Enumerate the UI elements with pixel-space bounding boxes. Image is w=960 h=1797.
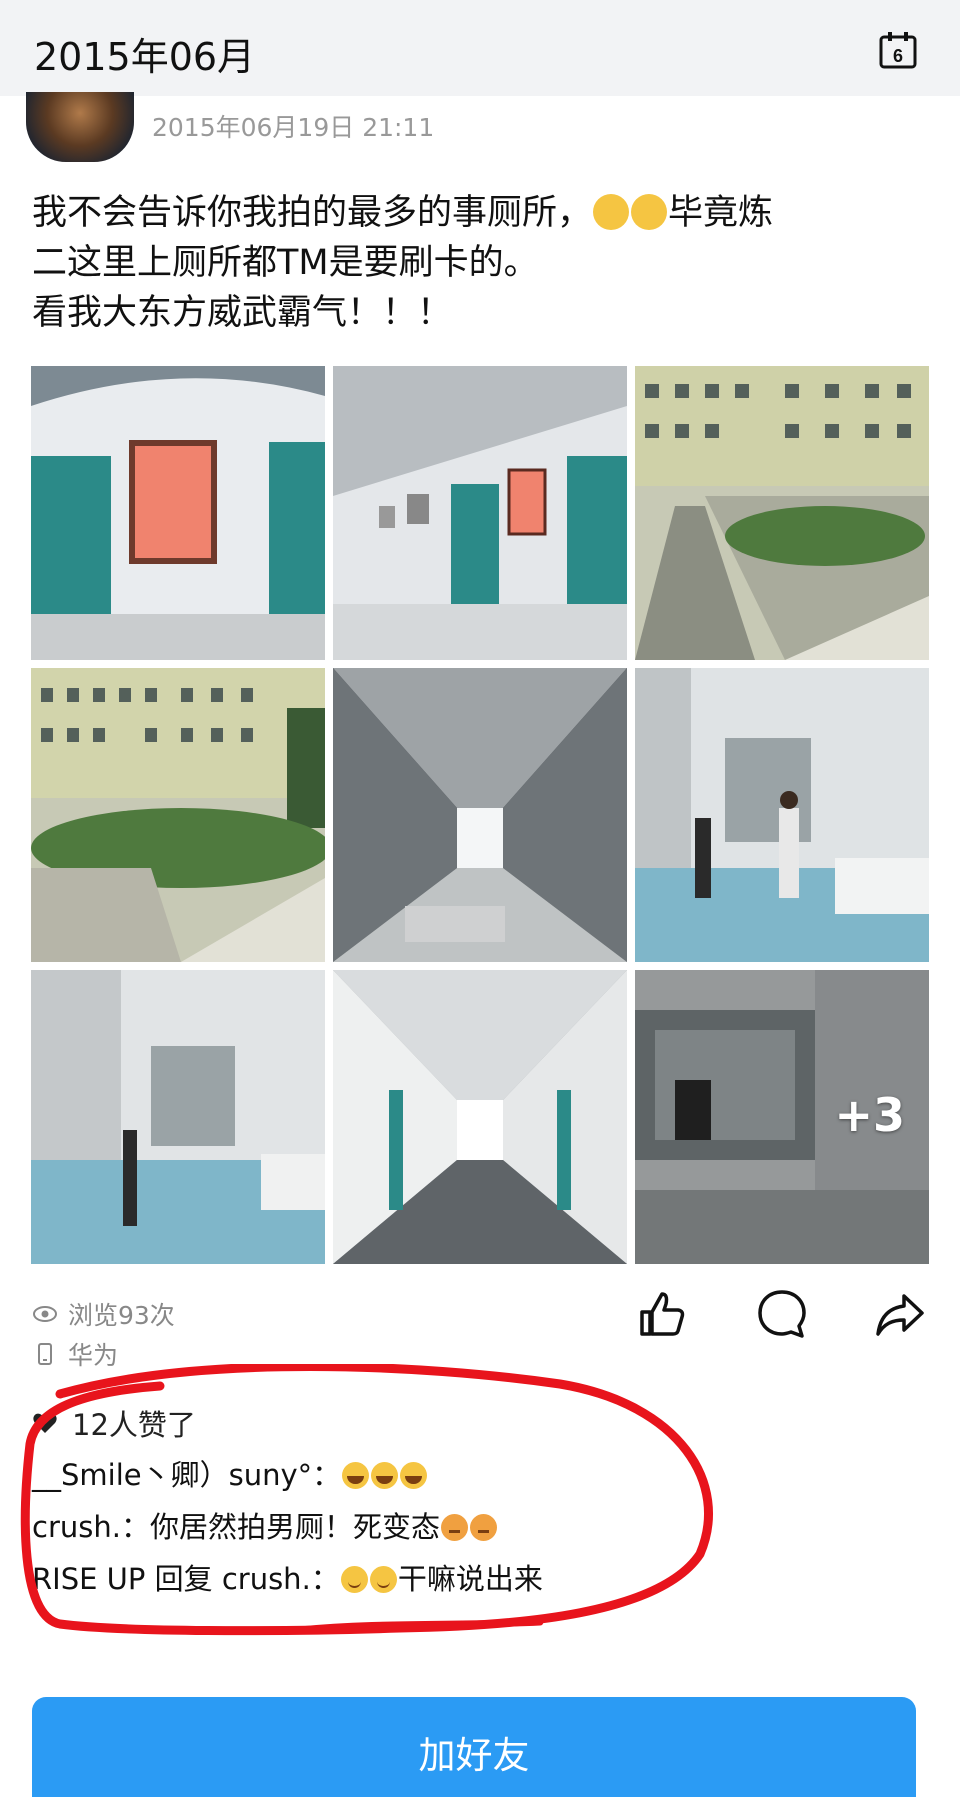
photo-7[interactable] xyxy=(31,970,325,1264)
comment-icon[interactable] xyxy=(754,1286,810,1342)
photo-3[interactable] xyxy=(635,366,929,660)
comment-text: 你居然拍男厕！死变态 xyxy=(149,1510,440,1544)
thumbs-up-icon[interactable] xyxy=(634,1286,690,1342)
reply-target[interactable]: crush. xyxy=(222,1562,311,1596)
comment-author[interactable]: __Smile丶卿）suny° xyxy=(32,1458,312,1492)
photo-9[interactable]: +3 xyxy=(635,970,929,1264)
shy-emoji-icon xyxy=(369,1566,397,1593)
post-text-line3: 看我大东方威武霸气！！！ xyxy=(32,293,453,333)
shy-emoji-icon xyxy=(340,1566,368,1593)
more-photos-count[interactable]: +3 xyxy=(834,1088,905,1142)
laugh-emoji-icon xyxy=(400,1462,428,1489)
post-text-line2: 二这里上厕所都TM是要刷卡的。 xyxy=(32,243,539,283)
photo-8[interactable] xyxy=(333,970,627,1264)
photo-1[interactable] xyxy=(31,366,325,660)
comment-author[interactable]: RISE UP xyxy=(32,1562,145,1596)
calendar-day: 6 xyxy=(893,46,903,66)
photo-2[interactable] xyxy=(333,366,627,660)
sad-emoji-icon xyxy=(631,194,668,230)
calendar-icon[interactable]: 6 xyxy=(878,30,918,70)
post-text-line1a: 我不会告诉你我拍的最多的事厕所， xyxy=(32,193,593,233)
likes-and-comments: 12人赞了 __Smile丶卿）suny°： crush.：你居然拍男厕！死变态… xyxy=(32,1398,912,1604)
post-text-line1b: 毕竟炼 xyxy=(668,193,774,233)
photo-6[interactable] xyxy=(635,668,929,962)
device-info: 华为 xyxy=(32,1336,118,1372)
comment-text: 干嘛说出来 xyxy=(397,1562,543,1596)
avatar[interactable] xyxy=(26,92,134,162)
comment-3[interactable]: RISE UP 回复 crush.： 干嘛说出来 xyxy=(32,1554,912,1604)
add-friend-button[interactable]: 加好友 xyxy=(32,1697,916,1797)
view-count-label: 浏览93次 xyxy=(68,1301,175,1330)
device-label: 华为 xyxy=(68,1341,119,1370)
laugh-emoji-icon xyxy=(342,1462,370,1489)
reply-word: 回复 xyxy=(154,1562,213,1596)
sad-emoji-icon xyxy=(593,194,630,230)
like-heart-icon xyxy=(33,1413,57,1433)
post-text: 我不会告诉你我拍的最多的事厕所， 毕竟炼二这里上厕所都TM是要刷卡的。 看我大东方威… xyxy=(32,188,932,338)
comment-author[interactable]: crush. xyxy=(32,1510,121,1544)
top-bar: 2015年06月 6 xyxy=(0,0,960,96)
view-count: 浏览93次 xyxy=(32,1296,175,1332)
laugh-emoji-icon xyxy=(371,1462,399,1489)
likes-count[interactable]: 12人赞了 xyxy=(72,1402,196,1444)
photo-4[interactable] xyxy=(31,668,325,962)
photo-grid: +3 xyxy=(31,366,929,1264)
month-title: 2015年06月 xyxy=(34,35,256,79)
photo-5[interactable] xyxy=(333,668,627,962)
phone-icon xyxy=(38,1343,52,1365)
angry-emoji-icon xyxy=(470,1514,497,1541)
eye-icon xyxy=(33,1306,57,1322)
likes-line: 12人赞了 xyxy=(32,1398,912,1448)
angry-emoji-icon xyxy=(441,1514,468,1541)
comment-2[interactable]: crush.：你居然拍男厕！死变态 xyxy=(32,1502,912,1552)
comment-1[interactable]: __Smile丶卿）suny°： xyxy=(32,1450,912,1500)
share-icon[interactable] xyxy=(872,1286,928,1342)
post-timestamp: 2015年06月19日 21:11 xyxy=(152,113,435,142)
